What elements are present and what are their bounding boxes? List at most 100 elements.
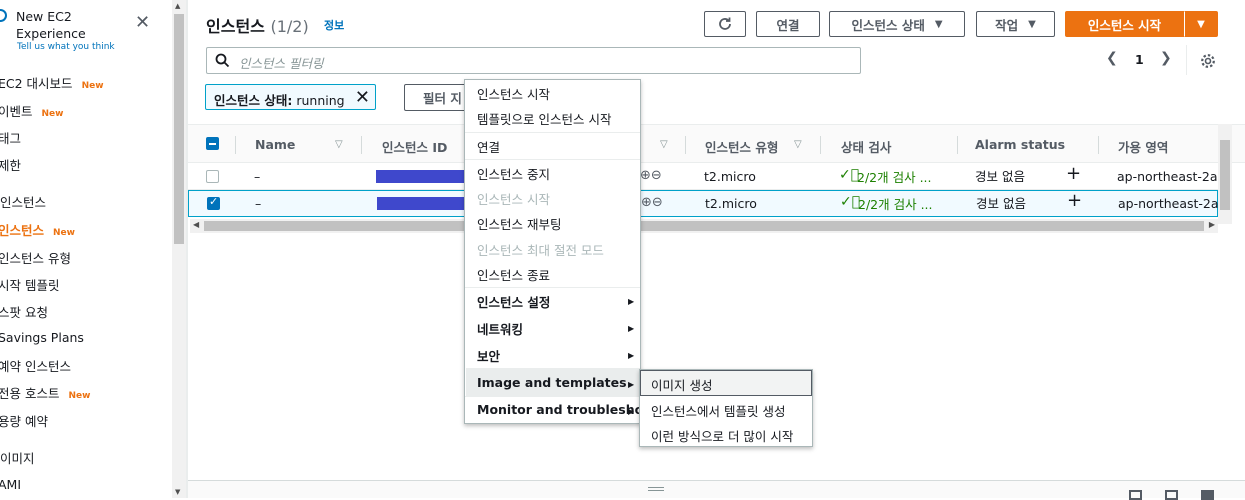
column-divider	[1098, 136, 1099, 154]
column-header-name[interactable]: Name	[255, 137, 295, 152]
table-vertical-scrollbar[interactable]	[1218, 124, 1232, 224]
menu-divider	[465, 396, 640, 397]
column-header-availability-zone[interactable]: 가용 영역	[1118, 137, 1168, 156]
sidebar-item-dashboard[interactable]: EC2 대시보드 New	[0, 73, 104, 92]
panel-side-icon[interactable]	[1165, 490, 1178, 500]
menu-item-terminate-instance[interactable]: 인스턴스 종료	[477, 265, 550, 284]
launch-dropdown-button[interactable]: ▼	[1184, 11, 1218, 37]
sort-icon[interactable]: ▽	[660, 139, 668, 150]
section-instances[interactable]: 인스턴스	[0, 192, 46, 211]
check-icon: ✓	[209, 195, 219, 208]
sidebar-item-reserved-instances[interactable]: 예약 인스턴스	[0, 356, 71, 375]
table-row[interactable]: – ⊕⊖ t2.micro ✓⃝ 2/2개 검사 ... 경보 없음 + ap-…	[188, 163, 1218, 190]
sidebar-item-ami[interactable]: AMI	[0, 477, 21, 492]
page-number[interactable]: 1	[1135, 52, 1144, 67]
cell-instance-type: t2.micro	[704, 169, 756, 184]
menu-item-connect[interactable]: 연결	[477, 137, 500, 156]
pager-divider	[1186, 45, 1187, 75]
menu-item-stop-instance[interactable]: 인스턴스 중지	[477, 164, 550, 183]
feedback-link[interactable]: Tell us what you think	[17, 42, 115, 52]
sidebar-item-instances[interactable]: 인스턴스 New	[0, 220, 75, 239]
table-horizontal-scrollbar[interactable]: ◀ ▶	[190, 219, 1218, 233]
menu-item-instance-settings[interactable]: 인스턴스 설정	[477, 292, 550, 311]
connect-button[interactable]: 연결	[756, 11, 820, 37]
zoom-icons[interactable]: ⊕⊖	[640, 168, 662, 183]
row-checkbox[interactable]: ✓	[207, 195, 220, 210]
remove-filter-icon[interactable]: ✕	[355, 87, 370, 108]
add-alarm-icon[interactable]: +	[1067, 190, 1082, 211]
instance-state-button[interactable]: 인스턴스 상태 ▼	[829, 11, 965, 37]
sidebar-item-tags[interactable]: 태그	[0, 128, 21, 147]
caret-down-icon: ▼	[1028, 18, 1036, 30]
menu-item-image-and-templates[interactable]: Image and templates	[477, 375, 627, 390]
submenu-item-create-image[interactable]: 이미지 생성	[651, 375, 712, 394]
column-header-instance-id[interactable]: 인스턴스 ID	[382, 137, 447, 156]
submenu-item-launch-more-like-this[interactable]: 이런 방식으로 더 많이 시작	[651, 426, 793, 445]
sidebar-item-instance-types[interactable]: 인스턴스 유형	[0, 248, 71, 267]
scroll-up-icon[interactable]: ▲	[175, 2, 180, 10]
cell-status-check[interactable]: 2/2개 검사 ...	[858, 194, 932, 213]
filter-value: running	[296, 93, 345, 108]
column-divider	[820, 136, 821, 154]
split-panel-bar[interactable]	[188, 480, 1245, 500]
menu-item-networking[interactable]: 네트워킹	[477, 319, 523, 338]
sort-icon[interactable]: ▽	[335, 139, 343, 150]
submenu-arrow-icon: ▶	[628, 297, 635, 306]
column-header-alarm-status[interactable]: Alarm status	[975, 137, 1065, 152]
page-title-text: 인스턴스	[206, 17, 265, 36]
menu-item-security[interactable]: 보안	[477, 346, 500, 365]
panel-bottom-icon[interactable]	[1129, 490, 1142, 500]
zoom-icons[interactable]: ⊕⊖	[641, 195, 663, 210]
column-divider	[361, 136, 362, 154]
menu-divider	[465, 287, 640, 288]
sort-icon[interactable]: ▽	[794, 139, 802, 150]
instance-id-redacted[interactable]	[377, 197, 467, 210]
actions-button[interactable]: 작업 ▼	[976, 11, 1055, 37]
info-link[interactable]: 정보	[324, 17, 344, 33]
caret-down-icon: ▼	[934, 18, 943, 30]
cell-name: –	[254, 169, 261, 184]
launch-instances-button[interactable]: 인스턴스 시작	[1065, 11, 1184, 37]
add-alarm-icon[interactable]: +	[1066, 163, 1081, 184]
gear-icon[interactable]	[1200, 53, 1216, 69]
next-page-icon[interactable]: ❯	[1160, 50, 1172, 66]
submenu-item-create-template[interactable]: 인스턴스에서 템플릿 생성	[651, 401, 785, 420]
section-images[interactable]: 이미지	[0, 448, 35, 467]
sidebar-item-launch-templates[interactable]: 시작 템플릿	[0, 275, 59, 294]
sidebar-item-label: 인스턴스	[0, 223, 45, 238]
scrollbar-thumb[interactable]	[1220, 140, 1230, 210]
search-placeholder: 인스턴스 필터링	[239, 56, 324, 71]
panel-hide-icon[interactable]	[1201, 490, 1214, 500]
menu-item-launch-from-template[interactable]: 템플릿으로 인스턴스 시작	[477, 109, 611, 128]
menu-item-launch-instance[interactable]: 인스턴스 시작	[477, 84, 550, 103]
experience-toggle[interactable]	[0, 9, 7, 22]
refresh-button[interactable]	[704, 11, 746, 37]
menu-item-start-instance: 인스턴스 시작	[477, 192, 550, 207]
sidebar-item-dedicated-hosts[interactable]: 전용 호스트 New	[0, 383, 90, 402]
table-row-selected[interactable]: ✓ – ⊕⊖ t2.micro ✓⃝ 2/2개 검사 ... 경보 없음 + a…	[188, 190, 1219, 217]
filter-token[interactable]: 인스턴스 상태: running ✕	[205, 84, 376, 110]
scroll-right-icon[interactable]: ▶	[1209, 220, 1215, 229]
scroll-down-icon[interactable]: ▼	[175, 488, 180, 496]
column-header-instance-type[interactable]: 인스턴스 유형	[705, 137, 778, 156]
prev-page-icon[interactable]: ❮	[1106, 50, 1118, 66]
instance-id-redacted[interactable]	[376, 170, 466, 183]
sidebar-scrollbar[interactable]: ▲ ▼	[172, 0, 186, 498]
menu-item-reboot-instance[interactable]: 인스턴스 재부팅	[477, 214, 561, 233]
column-header-status-check[interactable]: 상태 검사	[841, 137, 891, 156]
sidebar-item-limits[interactable]: 제한	[0, 155, 21, 174]
search-input[interactable]: 인스턴스 필터링	[206, 47, 861, 74]
sidebar-item-events[interactable]: 이벤트 New	[0, 101, 63, 120]
sidebar-item-savings-plans[interactable]: Savings Plans	[0, 330, 84, 345]
row-checkbox[interactable]	[206, 170, 219, 183]
sidebar-item-spot-requests[interactable]: 스팟 요청	[0, 302, 48, 321]
refresh-icon	[719, 17, 731, 30]
close-icon[interactable]: ✕	[135, 14, 150, 32]
drag-handle-icon[interactable]	[648, 487, 664, 488]
scroll-left-icon[interactable]: ◀	[193, 220, 199, 229]
cell-status-check[interactable]: 2/2개 검사 ...	[857, 167, 931, 186]
scrollbar-thumb[interactable]	[174, 14, 184, 244]
scrollbar-thumb[interactable]	[204, 221, 1204, 231]
select-all-checkbox[interactable]	[206, 137, 219, 150]
sidebar-item-capacity-reservations[interactable]: 용량 예약	[0, 411, 48, 430]
